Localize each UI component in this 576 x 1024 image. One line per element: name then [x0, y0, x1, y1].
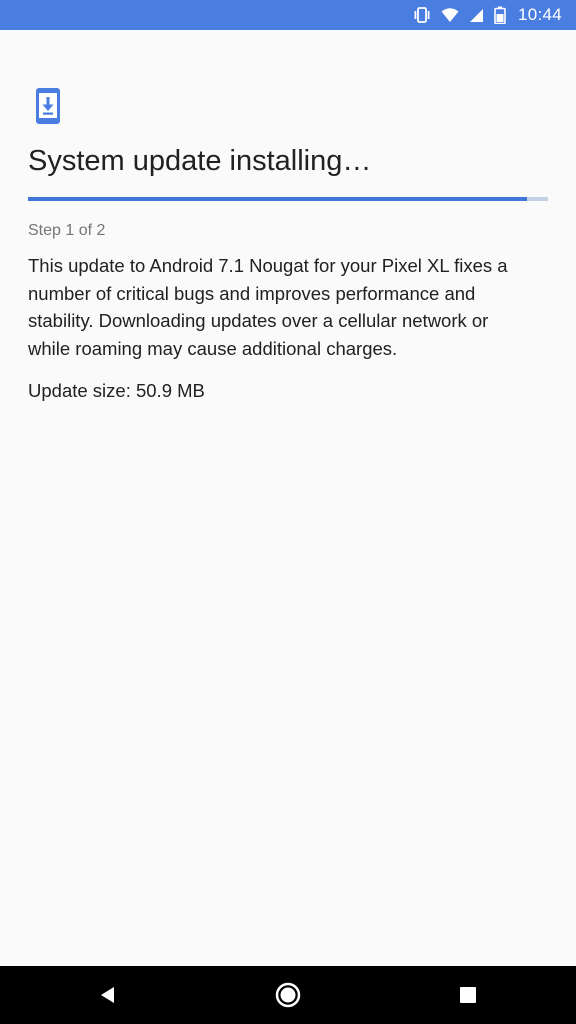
cell-signal-icon [469, 8, 484, 23]
vibrate-icon [413, 6, 431, 24]
install-progress-bar [28, 197, 548, 201]
system-update-icon [36, 88, 60, 124]
back-icon [101, 987, 114, 1003]
status-time: 10:44 [517, 5, 562, 24]
step-label: Step 1 of 2 [28, 222, 106, 239]
navigation-bar [0, 966, 576, 1024]
page-title: System update installing… [28, 145, 372, 177]
update-description: This update to Android 7.1 Nougat for yo… [28, 255, 508, 359]
home-icon [275, 982, 301, 1008]
home-button[interactable] [248, 966, 328, 1024]
wifi-icon [441, 7, 459, 23]
system-update-screen: System update installing… Step 1 of 2 Th… [0, 30, 576, 966]
recents-button[interactable] [428, 966, 508, 1024]
back-button[interactable] [68, 966, 148, 1024]
update-size: Update size: 50.9 MB [28, 380, 205, 401]
status-icons: 10:44 [413, 0, 562, 30]
progress-fill [28, 197, 528, 201]
battery-icon [494, 6, 506, 24]
status-bar: 10:44 [0, 0, 576, 30]
recents-icon [460, 987, 476, 1003]
